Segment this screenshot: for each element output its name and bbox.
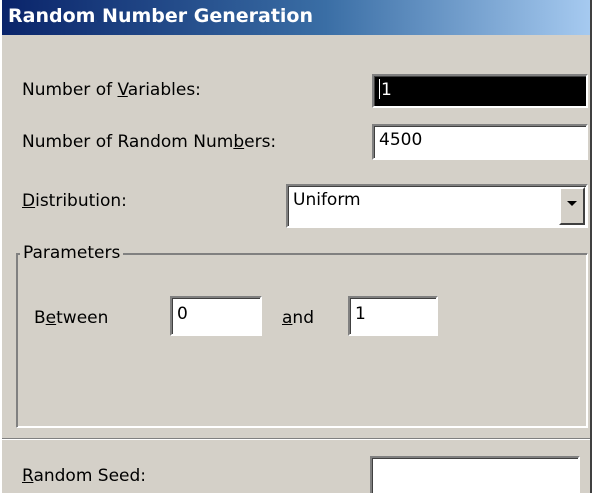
number-of-variables-label: Number of Variables: [22, 80, 201, 100]
number-of-random-numbers-label: Number of Random Numbers: [22, 132, 277, 152]
distribution-selected-value: Uniform [293, 190, 361, 210]
dialog-title: Random Number Generation [8, 5, 314, 27]
between-min-input[interactable]: 0 [170, 296, 262, 336]
separator [2, 438, 590, 440]
distribution-dropdown-button[interactable] [559, 187, 585, 225]
number-of-random-numbers-input[interactable]: 4500 [372, 124, 588, 160]
between-max-input[interactable]: 1 [348, 296, 438, 336]
and-label: and [282, 308, 314, 328]
between-label: Between [34, 308, 109, 328]
number-of-variables-input[interactable]: 1 [372, 74, 588, 108]
chevron-down-icon [567, 201, 577, 206]
parameters-group-label: Parameters [20, 242, 124, 264]
random-seed-label: Random Seed: [22, 466, 147, 486]
text-caret [379, 79, 380, 99]
distribution-select[interactable]: Uniform [286, 184, 588, 228]
distribution-label: Distribution: [22, 191, 127, 211]
title-bar[interactable]: Random Number Generation [2, 0, 590, 35]
parameters-groupbox [16, 253, 588, 428]
random-number-generation-dialog: Random Number Generation Number of Varia… [0, 0, 592, 493]
random-seed-input[interactable] [370, 456, 580, 493]
